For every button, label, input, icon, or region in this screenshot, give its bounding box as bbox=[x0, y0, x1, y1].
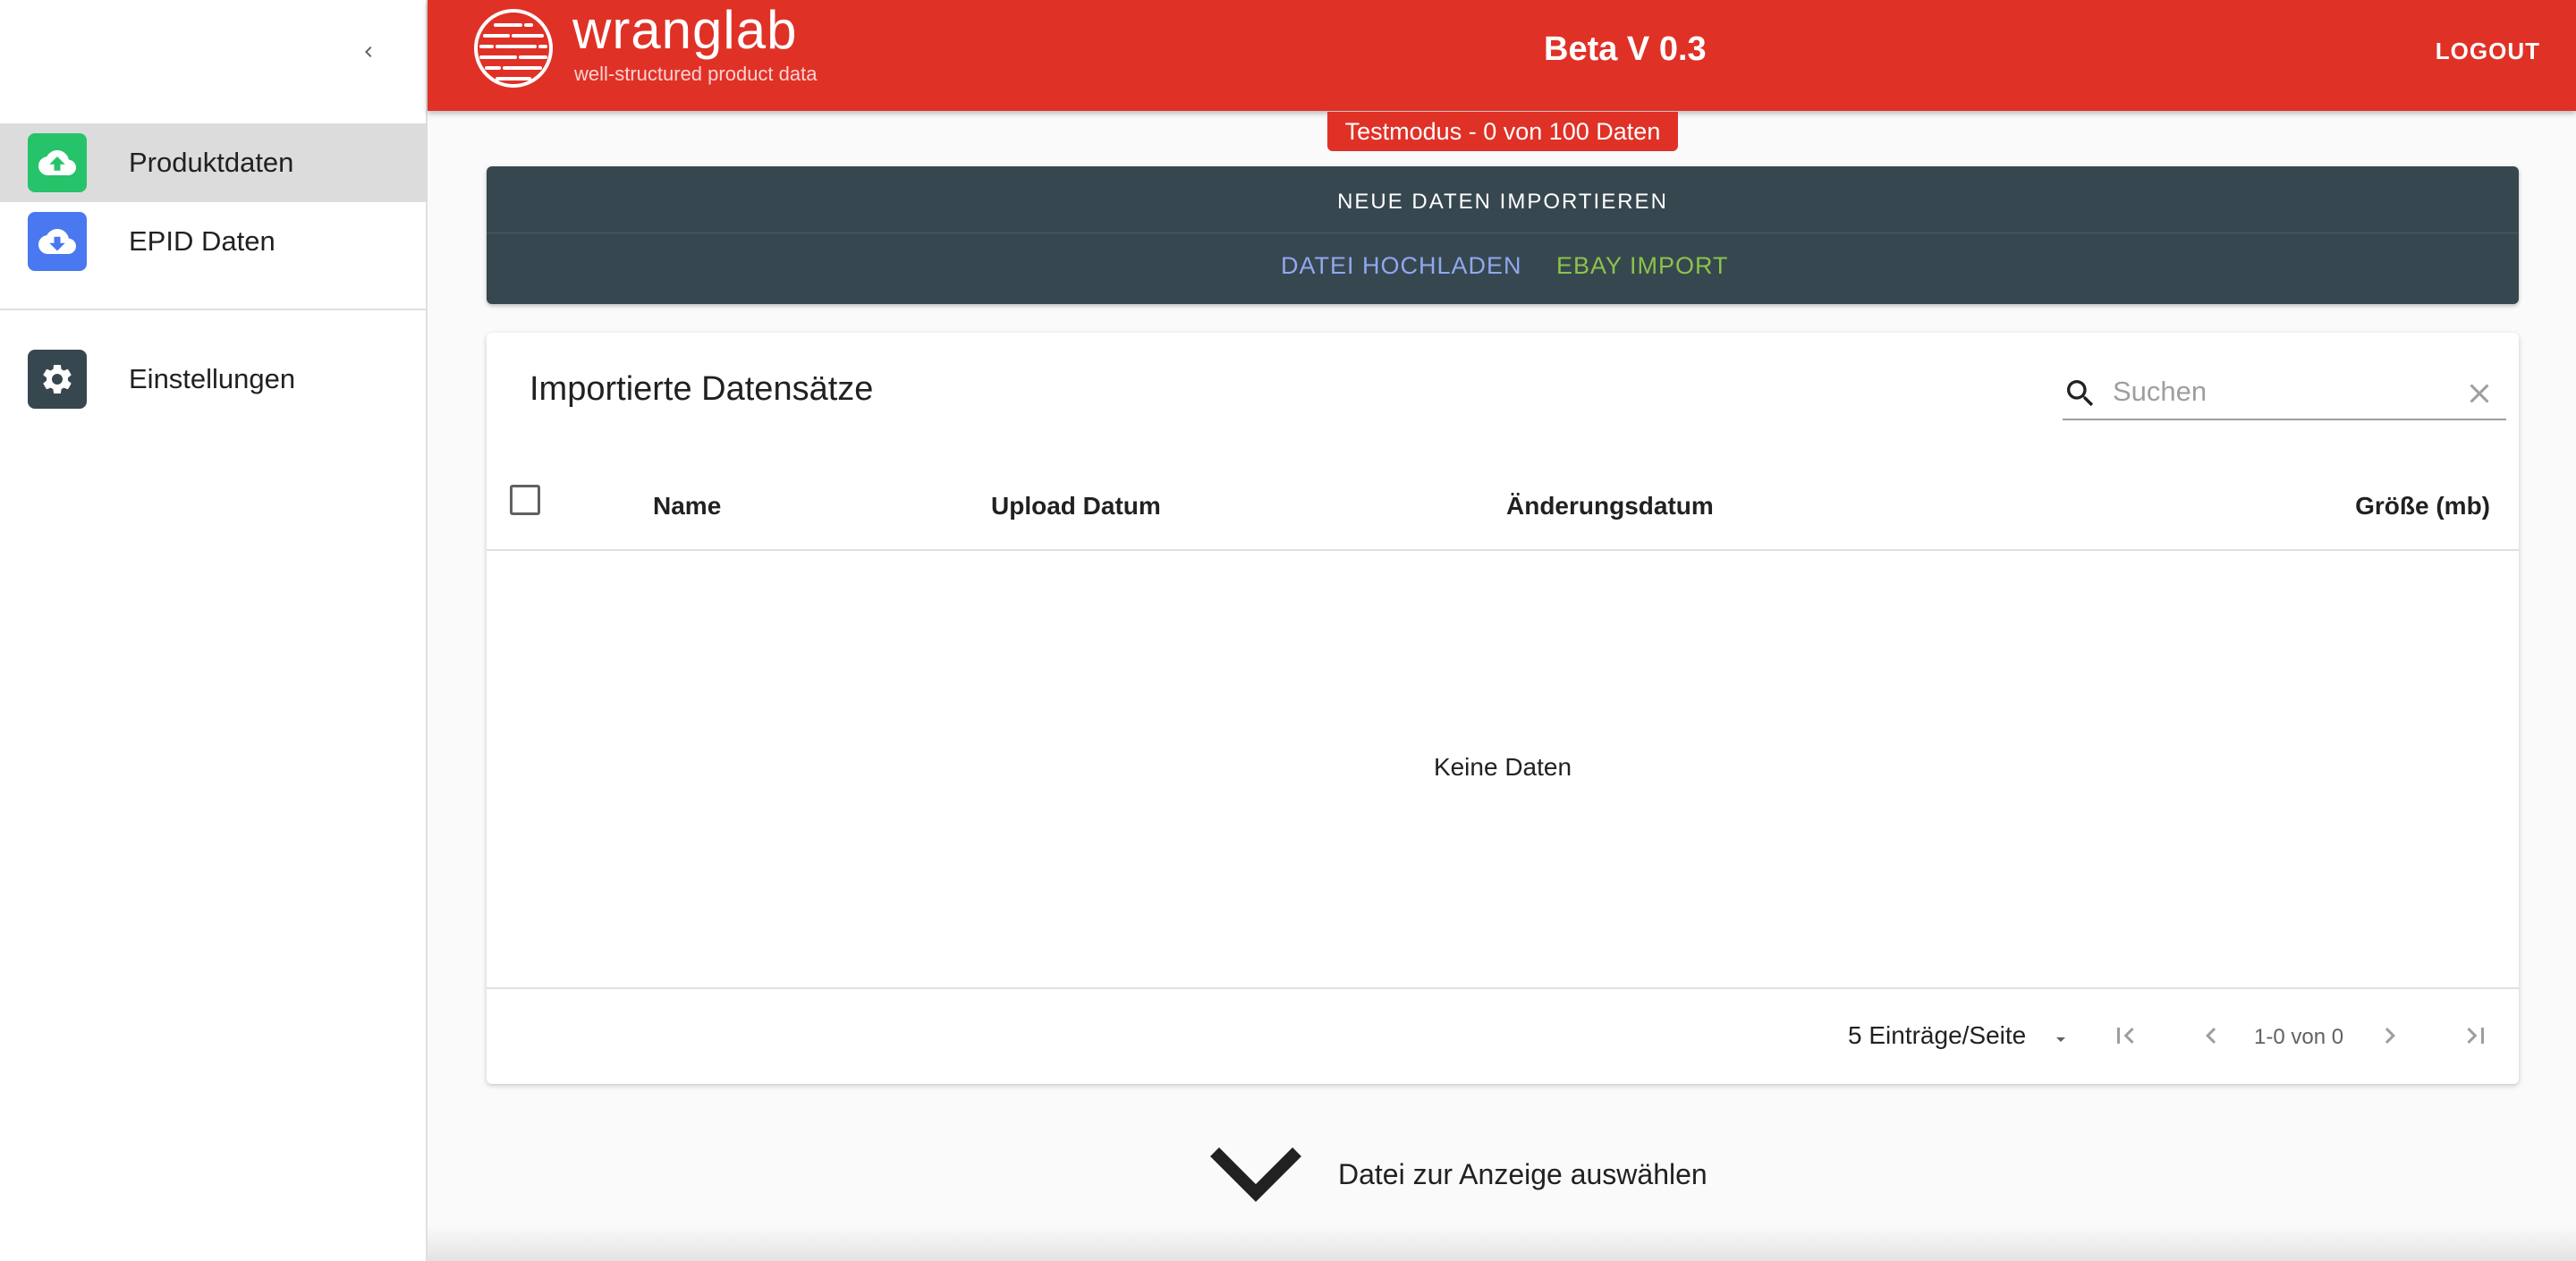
logout-button[interactable]: LOGOUT bbox=[2436, 38, 2540, 65]
last-page-icon bbox=[2467, 1028, 2484, 1044]
gear-icon bbox=[28, 350, 87, 409]
chevron-down-icon bbox=[1210, 1147, 1301, 1202]
brand-tagline: well-structured product data bbox=[574, 63, 818, 85]
app-version: Beta V 0.3 bbox=[1544, 30, 1707, 68]
search-field bbox=[2063, 368, 2506, 420]
import-panel: NEUE DATEN IMPORTIEREN DATEI HOCHLADEN E… bbox=[487, 166, 2519, 304]
import-panel-title: NEUE DATEN IMPORTIEREN bbox=[1337, 190, 1668, 214]
wranglab-logo-icon bbox=[472, 7, 555, 89]
column-header-name[interactable]: Name bbox=[653, 492, 721, 520]
column-header-modified-date[interactable]: Änderungsdatum bbox=[1506, 492, 1714, 520]
close-icon[interactable] bbox=[2463, 377, 2496, 410]
select-file-hint[interactable]: Datei zur Anzeige auswählen bbox=[1209, 1145, 1707, 1204]
cloud-upload-icon bbox=[28, 133, 87, 192]
ebay-import-button[interactable]: EBAY IMPORT bbox=[1556, 252, 1729, 280]
sidebar-divider bbox=[0, 309, 428, 310]
sidebar-item-einstellungen[interactable]: Einstellungen bbox=[0, 340, 428, 419]
column-header-size[interactable]: Größe (mb) bbox=[2355, 492, 2490, 520]
chevron-left-icon bbox=[2206, 1028, 2216, 1044]
sidebar-item-epid-daten[interactable]: EPID Daten bbox=[0, 202, 428, 281]
column-header-upload-date[interactable]: Upload Datum bbox=[991, 492, 1161, 520]
cloud-download-icon bbox=[28, 212, 87, 271]
chevron-right-icon bbox=[2385, 1028, 2395, 1044]
sidebar-item-label: EPID Daten bbox=[129, 225, 275, 257]
search-input[interactable] bbox=[2113, 372, 2453, 411]
dropdown-arrow-icon[interactable] bbox=[2050, 1028, 2072, 1050]
datasets-table-card: Importierte Datensätze Name Upload Datum… bbox=[487, 333, 2519, 1084]
empty-state-text: Keine Daten bbox=[1433, 753, 1572, 781]
table-pagination: 5 Einträge/Seite 1-0 von 0 bbox=[487, 987, 2519, 1084]
select-all-checkbox[interactable] bbox=[510, 485, 540, 515]
upload-file-button[interactable]: DATEI HOCHLADEN bbox=[1281, 252, 1522, 280]
select-file-hint-text: Datei zur Anzeige auswählen bbox=[1338, 1157, 1707, 1190]
sidebar-item-label: Einstellungen bbox=[129, 363, 296, 394]
bottom-panel-shadow bbox=[428, 1225, 2576, 1261]
test-mode-badge: Testmodus - 0 von 100 Daten bbox=[1327, 112, 1678, 151]
chevron-left-icon bbox=[365, 47, 372, 57]
collapse-sidebar-button[interactable] bbox=[351, 34, 386, 70]
table-header: Name Upload Datum Änderungsdatum Größe (… bbox=[487, 458, 2519, 551]
first-page-icon bbox=[2117, 1028, 2134, 1044]
first-page-button[interactable] bbox=[2107, 1018, 2143, 1054]
page-range: 1-0 von 0 bbox=[2254, 1025, 2344, 1049]
search-icon bbox=[2067, 380, 2094, 407]
app-header: wranglab well-structured product data Be… bbox=[428, 0, 2576, 111]
next-page-button[interactable] bbox=[2372, 1018, 2408, 1054]
brand-name: wranglab bbox=[572, 0, 798, 60]
rows-per-page-select[interactable]: 5 Einträge/Seite bbox=[1848, 1021, 2026, 1050]
sidebar-item-label: Produktdaten bbox=[129, 147, 294, 178]
table-title: Importierte Datensätze bbox=[530, 370, 874, 408]
sidebar: Produktdaten EPID Daten Einstellungen bbox=[0, 0, 428, 1261]
sidebar-item-produktdaten[interactable]: Produktdaten bbox=[0, 123, 428, 202]
previous-page-button[interactable] bbox=[2193, 1018, 2229, 1054]
last-page-button[interactable] bbox=[2458, 1018, 2494, 1054]
